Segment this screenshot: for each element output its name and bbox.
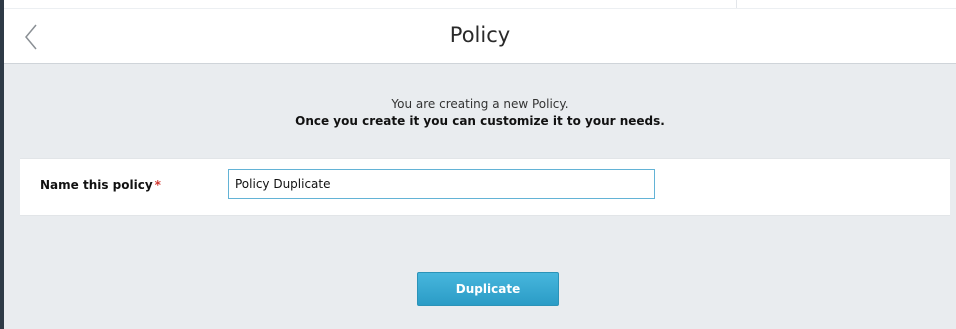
top-strip xyxy=(4,0,956,9)
page-header: Policy xyxy=(4,9,956,64)
required-marker: * xyxy=(154,178,161,192)
page-title: Policy xyxy=(449,23,511,47)
intro-line-2: Once you create it you can customize it … xyxy=(295,114,665,128)
policy-name-label-text: Name this policy xyxy=(40,178,153,192)
policy-name-label: Name this policy * xyxy=(40,178,161,192)
top-strip-divider xyxy=(736,0,737,8)
intro-line-1: You are creating a new Policy. xyxy=(391,97,569,111)
duplicate-button[interactable]: Duplicate xyxy=(417,272,559,306)
intro-message: You are creating a new Policy. Once you … xyxy=(4,96,956,130)
policy-name-form: Name this policy * xyxy=(20,158,950,216)
policy-name-input[interactable] xyxy=(228,169,655,199)
